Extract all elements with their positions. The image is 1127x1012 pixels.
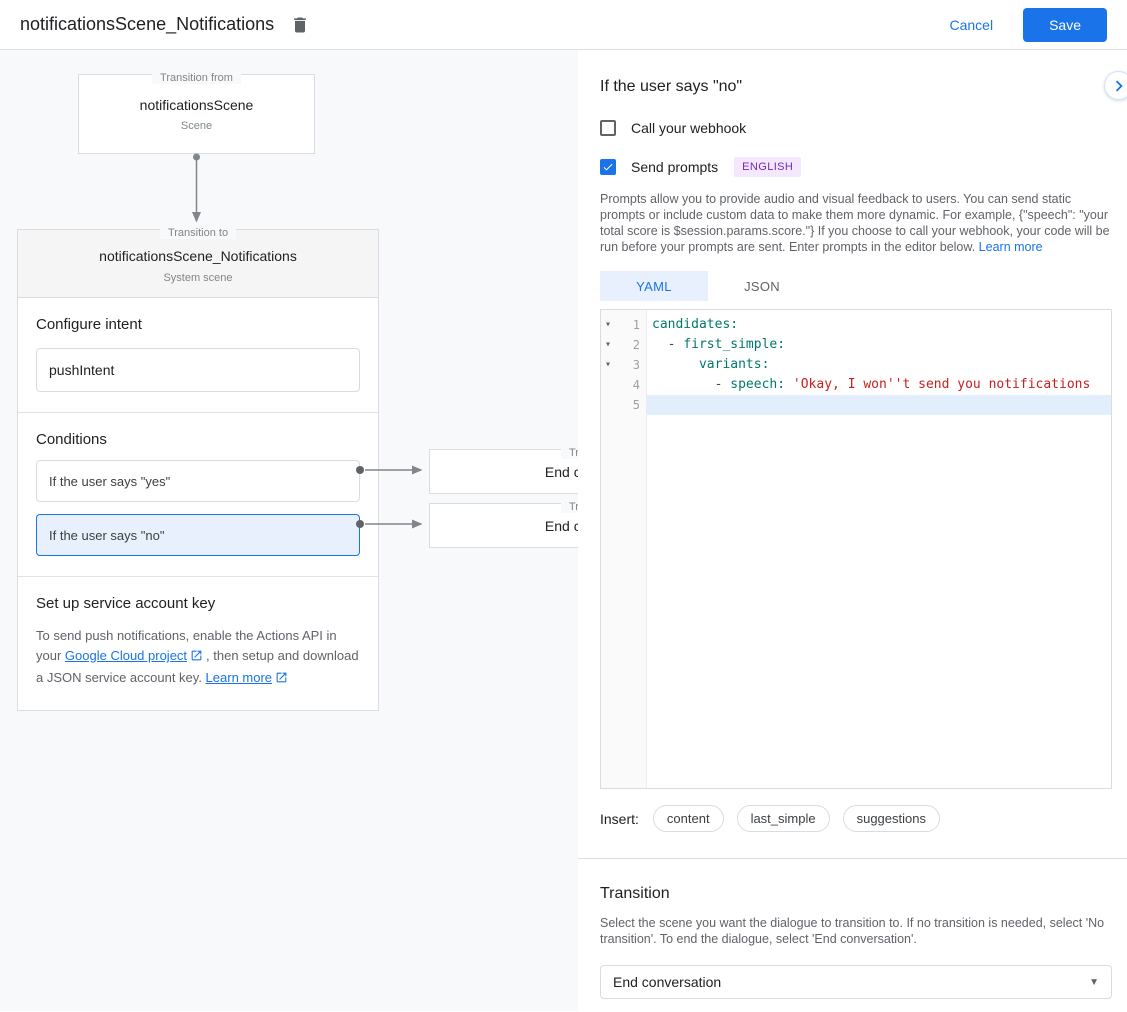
service-account-heading: Set up service account key [36, 595, 360, 612]
node-tag: Transition to [430, 497, 578, 513]
call-webhook-label: Call your webhook [631, 120, 746, 136]
prompts-description: Prompts allow you to provide audio and v… [600, 191, 1112, 255]
panel-divider [578, 858, 1127, 859]
external-link-icon[interactable] [190, 648, 203, 668]
code-content: - first_simple: [647, 335, 1111, 355]
code-line-1: ▾ 1 candidates: [601, 315, 1111, 335]
node-subtitle: Scene [79, 120, 314, 132]
chevron-right-icon [1108, 75, 1127, 97]
line-number: 5 [633, 395, 640, 415]
code-line-4: 4 - speech: 'Okay, I won''t send you not… [601, 375, 1111, 395]
node-notifications-scene[interactable]: Transition from notificationsScene Scene [78, 74, 315, 154]
main-split: Transition from notificationsScene Scene… [0, 50, 1127, 1011]
send-prompts-row: Send prompts ENGLISH [600, 157, 1112, 177]
code-content: - speech: 'Okay, I won''t send you notif… [647, 375, 1111, 395]
delete-scene-button[interactable] [290, 15, 310, 35]
scene-node-header: notificationsScene_Notifications System … [18, 230, 378, 298]
check-icon [602, 161, 614, 173]
line-number: 3 [633, 355, 640, 375]
code-line-2: ▾ 2 - first_simple: [601, 335, 1111, 355]
top-bar: notificationsScene_Notifications Cancel … [0, 0, 1127, 50]
node-title: End conversation [545, 518, 578, 534]
page-title: notificationsScene_Notifications [20, 14, 274, 35]
code-content: variants: [647, 355, 1111, 375]
trash-icon [290, 15, 310, 35]
scene-graph-canvas[interactable]: Transition from notificationsScene Scene… [0, 50, 578, 1011]
line-number: 2 [633, 335, 640, 355]
gutter-cell: ▾ 2 [601, 335, 647, 355]
external-link-icon[interactable] [275, 670, 288, 690]
gutter-cell: 4 [601, 375, 647, 395]
insert-label: Insert: [600, 811, 639, 827]
condition-detail-panel: If the user says "no" Call your webhook [578, 50, 1127, 1011]
condition-item-yes[interactable]: If the user says "yes" [36, 460, 360, 502]
insert-row: Insert: content last_simple suggestions [600, 805, 1112, 832]
send-prompts-label: Send prompts [631, 159, 718, 175]
conditions-section: Conditions If the user says "yes" If the… [18, 413, 378, 576]
line-number: 1 [633, 315, 640, 335]
condition-item-no[interactable]: If the user says "no" [36, 514, 360, 556]
gutter-cell: ▾ 1 [601, 315, 647, 335]
fold-icon[interactable]: ▾ [605, 355, 611, 375]
transition-heading: Transition [600, 885, 1112, 903]
cancel-button[interactable]: Cancel [949, 17, 993, 33]
insert-chip-content[interactable]: content [653, 805, 724, 832]
dropdown-caret-icon: ▼ [1089, 977, 1099, 988]
service-account-text: To send push notifications, enable the A… [36, 626, 360, 690]
transition-description: Select the scene you want the dialogue t… [600, 915, 1112, 947]
panel-title-row: If the user says "no" [600, 78, 1112, 96]
webhook-row: Call your webhook [600, 120, 1112, 136]
gutter-cell: 5 [601, 395, 647, 415]
node-title: notificationsScene_Notifications [28, 248, 368, 264]
panel-title: If the user says "no" [600, 78, 1112, 96]
code-line-5: 5 [601, 395, 1111, 415]
insert-chip-suggestions[interactable]: suggestions [843, 805, 940, 832]
transition-select[interactable]: End conversation ▼ [600, 965, 1112, 999]
node-tag: Transition from [79, 68, 314, 86]
service-account-section: Set up service account key To send push … [18, 577, 378, 710]
configure-intent-section: Configure intent pushIntent [18, 298, 378, 412]
tab-yaml[interactable]: YAML [600, 271, 708, 301]
node-notifications-scene-notifications[interactable]: Transition to notificationsScene_Notific… [17, 229, 379, 711]
node-end-conversation-yes[interactable]: Transition to End conversation [429, 449, 578, 494]
save-button[interactable]: Save [1023, 8, 1107, 42]
gutter-cell: ▾ 3 [601, 355, 647, 375]
send-prompts-checkbox[interactable] [600, 159, 616, 175]
learn-more-link[interactable]: Learn more [206, 670, 272, 685]
node-tag: Transition to [430, 443, 578, 459]
insert-chip-last-simple[interactable]: last_simple [737, 805, 830, 832]
google-cloud-project-link[interactable]: Google Cloud project [65, 648, 187, 663]
node-subtitle: System scene [28, 272, 368, 284]
node-title: End conversation [545, 464, 578, 480]
fold-icon[interactable]: ▾ [605, 315, 611, 335]
collapse-panel-button[interactable] [1104, 71, 1127, 100]
line-number: 4 [633, 375, 640, 395]
prompts-learn-more-link[interactable]: Learn more [979, 240, 1043, 254]
prompt-code-editor[interactable]: ▾ 1 candidates: ▾ 2 - first_simple: ▾ [600, 309, 1112, 789]
language-badge: ENGLISH [734, 157, 801, 177]
code-line-3: ▾ 3 variants: [601, 355, 1111, 375]
editor-format-tabs: YAML JSON [600, 271, 1112, 301]
intent-item-pushintent[interactable]: pushIntent [36, 348, 360, 392]
conditions-heading: Conditions [36, 431, 360, 448]
call-webhook-checkbox[interactable] [600, 120, 616, 136]
scene-editor-page: notificationsScene_Notifications Cancel … [0, 0, 1127, 1012]
connector-dot [193, 154, 200, 161]
configure-intent-heading: Configure intent [36, 316, 360, 333]
transition-select-value: End conversation [613, 974, 721, 990]
code-content [647, 395, 1111, 415]
node-end-conversation-no[interactable]: Transition to End conversation [429, 503, 578, 548]
node-title: notificationsScene [79, 97, 314, 113]
fold-icon[interactable]: ▾ [605, 335, 611, 355]
tab-json[interactable]: JSON [708, 271, 816, 301]
code-content: candidates: [647, 315, 1111, 335]
